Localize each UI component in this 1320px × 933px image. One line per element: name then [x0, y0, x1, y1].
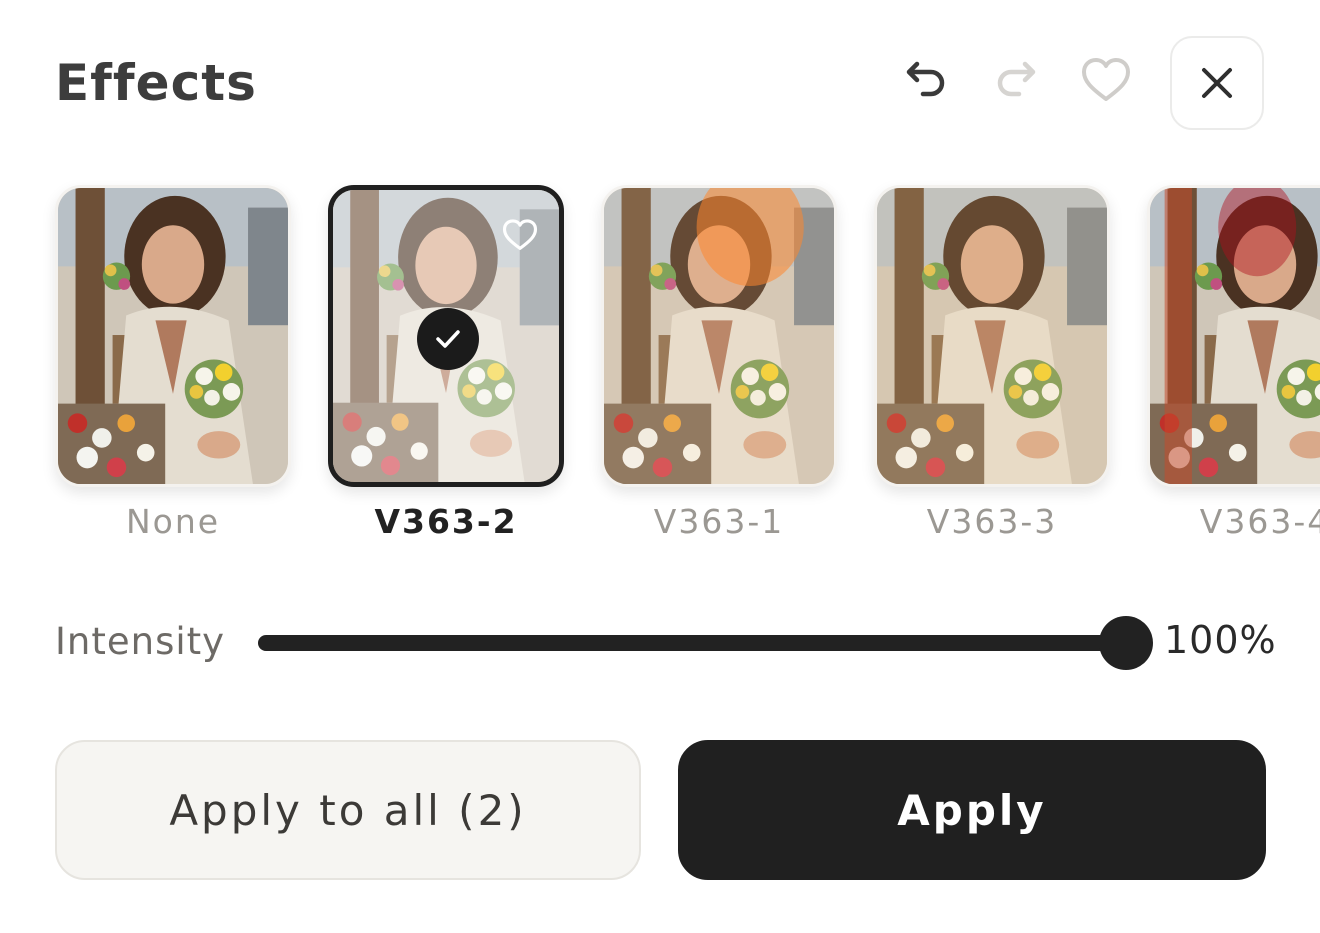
redo-button[interactable]	[986, 50, 1046, 110]
slider-handle[interactable]	[1099, 616, 1153, 670]
effect-option[interactable]: V363-2	[328, 180, 568, 550]
undo-icon	[906, 61, 945, 97]
effect-label: V363-1	[653, 502, 785, 541]
effect-thumbnail	[55, 185, 291, 487]
effect-option[interactable]: V363-1	[601, 180, 841, 550]
effects-panel: Effects None V363-2 V363-1 V363-3 V363-4 Int…	[0, 0, 1320, 933]
effect-label: V363-3	[926, 502, 1058, 541]
intensity-slider[interactable]	[258, 616, 1153, 670]
intensity-value: 100%	[1164, 618, 1277, 662]
heart-icon	[1082, 58, 1130, 101]
effect-option[interactable]: V363-3	[874, 180, 1114, 550]
intensity-label: Intensity	[55, 620, 226, 663]
effect-thumbnail	[328, 185, 564, 487]
effects-strip: None V363-2 V363-1 V363-3 V363-4	[0, 180, 1320, 560]
heart-icon[interactable]	[501, 216, 539, 254]
close-icon	[1202, 68, 1232, 98]
effect-option[interactable]: V363-4	[1147, 180, 1320, 550]
apply-button[interactable]: Apply	[678, 740, 1266, 880]
effect-label: V363-2	[374, 502, 518, 541]
close-button[interactable]	[1170, 36, 1264, 130]
panel-title: Effects	[55, 54, 257, 112]
effect-label: V363-4	[1199, 502, 1320, 541]
favorite-button[interactable]	[1076, 50, 1136, 110]
effect-option[interactable]: None	[55, 180, 295, 550]
undo-button[interactable]	[896, 50, 956, 110]
effect-thumbnail	[874, 185, 1110, 487]
slider-fill	[258, 635, 1126, 651]
apply-to-all-button[interactable]: Apply to all (2)	[55, 740, 641, 880]
effect-thumbnail	[601, 185, 837, 487]
effect-thumbnail	[1147, 185, 1320, 487]
check-icon	[417, 308, 479, 370]
redo-icon	[997, 61, 1036, 97]
effect-label: None	[125, 502, 221, 541]
